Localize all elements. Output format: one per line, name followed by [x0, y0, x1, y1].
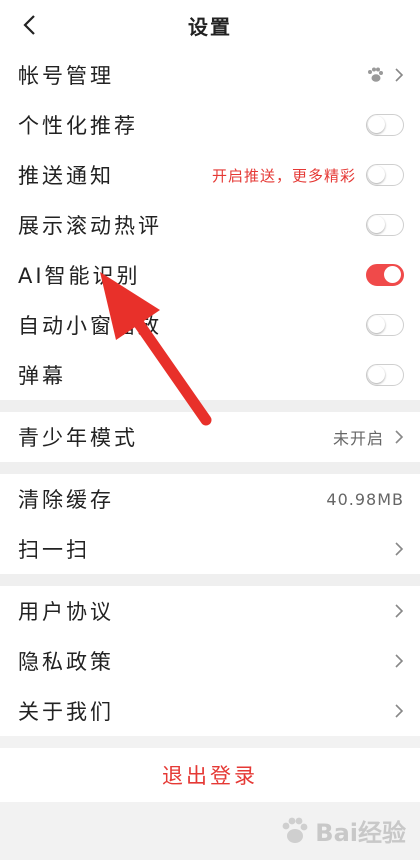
toggle-danmaku[interactable] [366, 364, 404, 386]
toggle-ai-recognition[interactable] [366, 264, 404, 286]
toggle-knob [368, 116, 385, 133]
chevron-right-icon [395, 654, 404, 668]
row-label: 个性化推荐 [18, 114, 138, 138]
row-label: 帐号管理 [18, 64, 114, 88]
row-about-us[interactable]: 关于我们 [0, 686, 420, 736]
logout-label: 退出登录 [162, 764, 258, 788]
row-push-notification: 推送通知 开启推送，更多精彩 [0, 150, 420, 200]
section-divider [0, 574, 420, 586]
push-hint-text: 开启推送，更多精彩 [211, 166, 356, 185]
toggle-knob [384, 266, 401, 283]
row-clear-cache[interactable]: 清除缓存 40.98MB [0, 474, 420, 524]
row-hot-comments: 展示滚动热评 [0, 200, 420, 250]
chevron-right-icon [395, 430, 404, 444]
toggle-push-notification[interactable] [366, 164, 404, 186]
row-label: 自动小窗播放 [18, 314, 162, 338]
logout-button[interactable]: 退出登录 [0, 748, 420, 802]
watermark: Bai经验 [279, 813, 406, 848]
toggle-auto-mini-window[interactable] [366, 314, 404, 336]
row-label: 弹幕 [18, 364, 66, 388]
settings-group-main: 帐号管理 个性化推荐 推送通知 开启推送，更多精彩 展示滚动热评 AI智能识别 [0, 50, 420, 400]
row-label: 用户协议 [18, 600, 114, 624]
toggle-knob [368, 216, 385, 233]
row-label: 清除缓存 [18, 488, 114, 512]
chevron-right-icon [395, 542, 404, 556]
header: 设置 [0, 0, 420, 50]
settings-group-tools: 清除缓存 40.98MB 扫一扫 [0, 474, 420, 574]
row-privacy-policy[interactable]: 隐私政策 [0, 636, 420, 686]
row-label: 展示滚动热评 [18, 214, 162, 238]
row-auto-mini-window: 自动小窗播放 [0, 300, 420, 350]
row-label: 隐私政策 [18, 650, 114, 674]
chevron-right-icon [395, 68, 404, 82]
cache-size: 40.98MB [326, 489, 404, 509]
row-label: AI智能识别 [18, 264, 141, 288]
baidu-paw-icon [282, 817, 308, 843]
toggle-hot-comments[interactable] [366, 214, 404, 236]
toggle-personalized-recommendation[interactable] [366, 114, 404, 136]
section-divider [0, 462, 420, 474]
toggle-knob [368, 366, 385, 383]
back-button[interactable] [14, 10, 44, 40]
row-scan[interactable]: 扫一扫 [0, 524, 420, 574]
paw-icon [368, 67, 383, 82]
back-arrow-icon [23, 15, 35, 35]
row-teen-mode[interactable]: 青少年模式 未开启 [0, 412, 420, 462]
row-label: 扫一扫 [18, 538, 90, 562]
section-divider [0, 400, 420, 412]
chevron-right-icon [395, 704, 404, 718]
toggle-knob [368, 166, 385, 183]
row-label: 推送通知 [18, 164, 114, 188]
settings-group-about: 用户协议 隐私政策 关于我们 [0, 586, 420, 736]
row-account-management[interactable]: 帐号管理 [0, 50, 420, 100]
row-label: 青少年模式 [18, 426, 138, 450]
row-personalized-recommendation: 个性化推荐 [0, 100, 420, 150]
toggle-knob [368, 316, 385, 333]
page-title: 设置 [188, 14, 232, 39]
teen-mode-status: 未开启 [332, 429, 384, 448]
chevron-right-icon [395, 604, 404, 618]
watermark-text: Bai经验 [315, 819, 406, 847]
settings-group-teen: 青少年模式 未开启 [0, 412, 420, 462]
row-label: 关于我们 [18, 700, 114, 724]
row-ai-recognition: AI智能识别 [0, 250, 420, 300]
row-user-agreement[interactable]: 用户协议 [0, 586, 420, 636]
row-danmaku: 弹幕 [0, 350, 420, 400]
